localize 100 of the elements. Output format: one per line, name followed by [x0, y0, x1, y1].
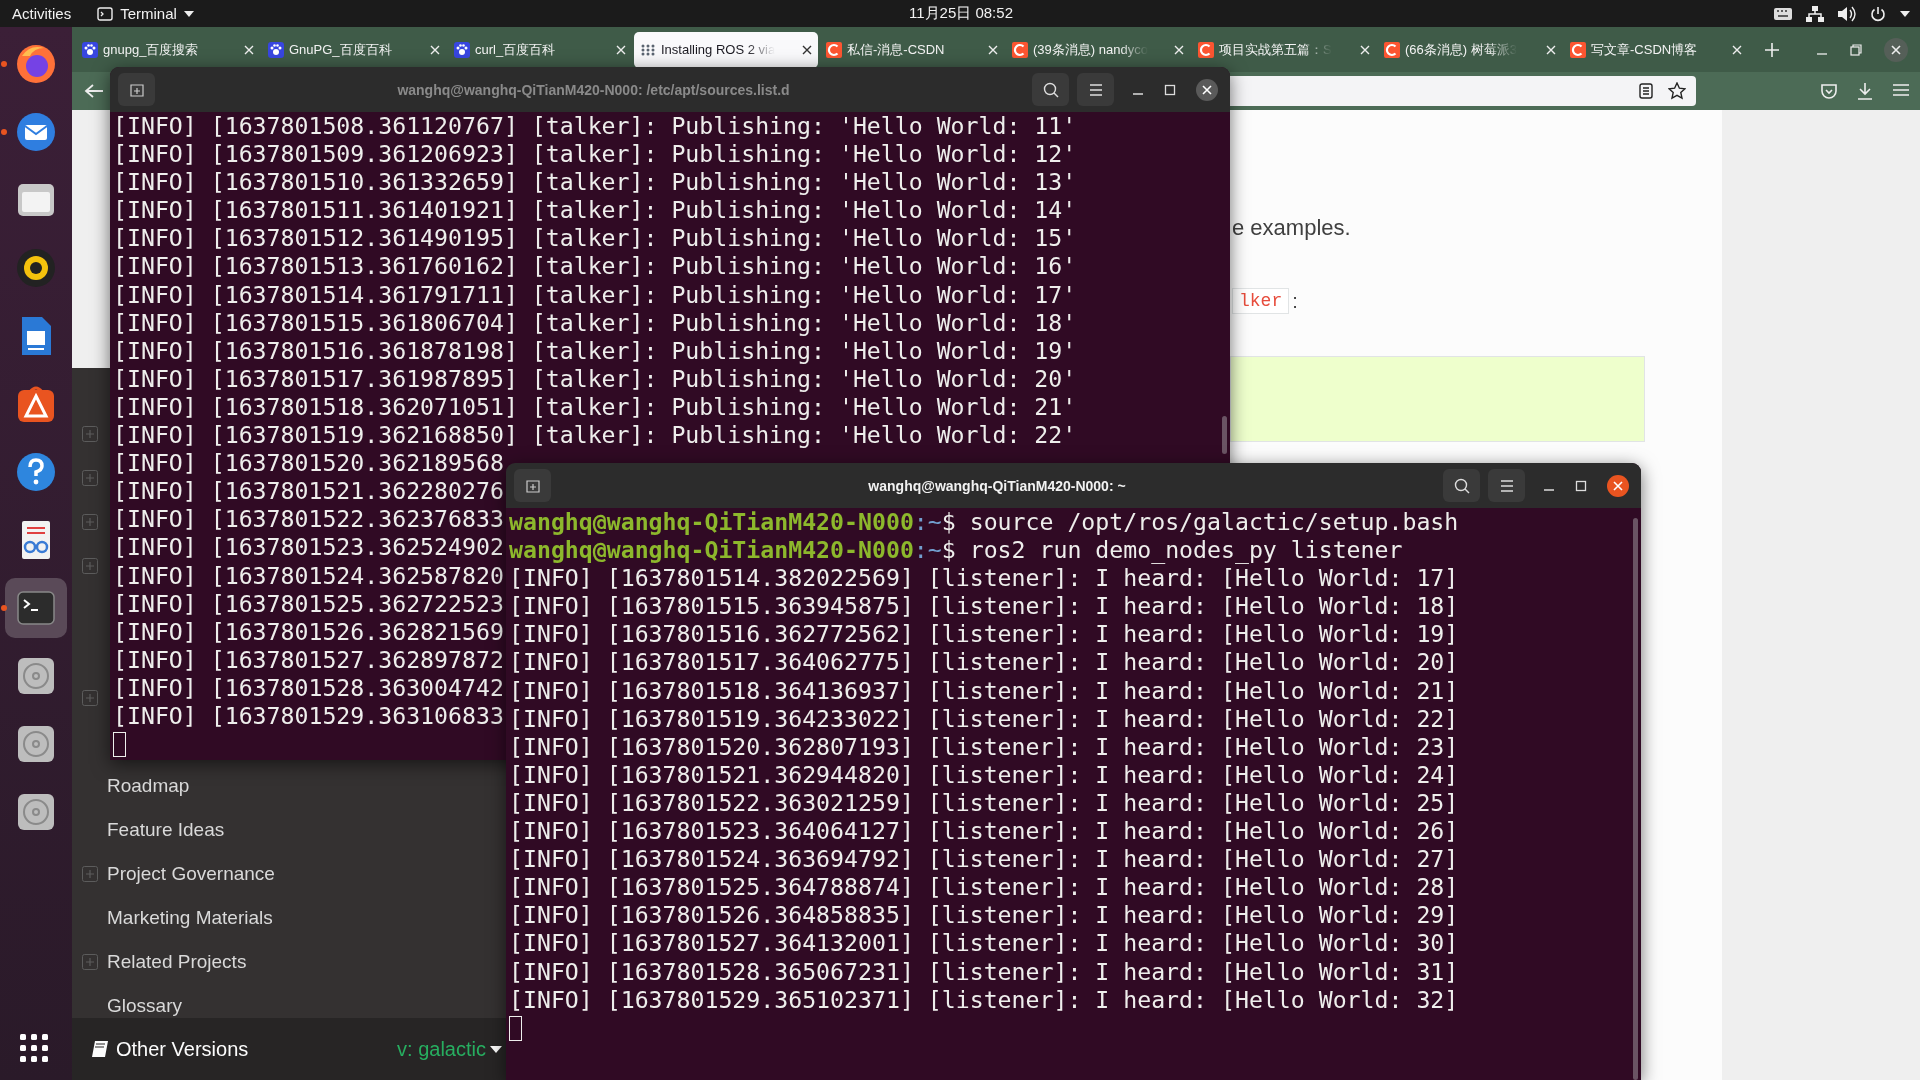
- scrollbar-thumb[interactable]: [1633, 518, 1638, 1080]
- sidebar-item[interactable]: Roadmap: [107, 775, 190, 797]
- star-icon[interactable]: [1668, 82, 1686, 100]
- close-icon[interactable]: [1884, 37, 1908, 62]
- prompt-line: wanghq@wanghq-QiTianM420-N000:~$ source /opt/ros/galactic/setup.bash: [509, 508, 1459, 537]
- log-line: [INFO] [1637801523.362524902: [113, 533, 504, 562]
- log-line: [INFO] [1637801514.382022569] [listener]: I heard: [Hello World: 17]: [509, 564, 1459, 593]
- log-line: [INFO] [1637801528.363004742: [113, 673, 504, 702]
- browser-tab[interactable]: curl_百度百科: [448, 31, 632, 68]
- plus-icon: [524, 477, 541, 494]
- log-line: [INFO] [1637801515.361806704] [talker]: Publishing: 'Hello World: 18': [113, 308, 1077, 337]
- restore-icon[interactable]: [1850, 43, 1862, 56]
- log-line: [INFO] [1637801529.365102371] [listener]: I heard: [Hello World: 32]: [509, 985, 1459, 1014]
- log-line: [INFO] [1637801522.363021259] [listener]: I heard: [Hello World: 25]: [509, 788, 1459, 818]
- clock[interactable]: 11月25日 08:52: [644, 4, 1278, 23]
- plus-icon[interactable]: [1764, 41, 1780, 58]
- log-line: [INFO] [1637801515.363945875] [listener]: I heard: [Hello World: 18]: [509, 592, 1459, 621]
- arc-logo-icon: [1570, 41, 1586, 58]
- close-button[interactable]: [1607, 474, 1629, 497]
- maximize-icon[interactable]: [1575, 479, 1587, 492]
- search-button[interactable]: [1443, 469, 1480, 502]
- power-icon[interactable]: [1870, 5, 1886, 22]
- log-line: [INFO] [1637801513.361760162] [talker]: Publishing: 'Hello World: 16': [113, 252, 1077, 281]
- log-line: [INFO] [1637801529.363106833: [113, 701, 504, 731]
- pocket-icon[interactable]: [1820, 82, 1838, 100]
- menu-icon: [1499, 479, 1514, 492]
- caret-icon[interactable]: [490, 1045, 502, 1053]
- log-line: [INFO] [1637801518.362071051] [talker]: Publishing: 'Hello World: 21': [113, 392, 1077, 422]
- browser-tab[interactable]: GnuPG_百度百科: [262, 31, 446, 68]
- sidebar-item[interactable]: Project Governance: [107, 863, 275, 885]
- log-line: [INFO] [1637801509.361206923] [talker]: Publishing: 'Hello World: 12': [113, 140, 1077, 169]
- sidebar-item[interactable]: Related Projects: [107, 951, 247, 973]
- app-grid-icon[interactable]: [20, 1034, 48, 1062]
- log-line: [INFO] [1637801520.362189568: [113, 449, 504, 478]
- download-icon[interactable]: [1856, 82, 1874, 100]
- log-line: [INFO] [1637801514.361791711] [talker]: Publishing: 'Hello World: 17': [113, 280, 1077, 309]
- close-button[interactable]: [1196, 78, 1218, 101]
- log-line: [INFO] [1637801524.363694792] [listener]: I heard: [Hello World: 27]: [509, 845, 1459, 874]
- scrollbar-thumb[interactable]: [1222, 416, 1227, 454]
- log-line: [INFO] [1637801511.361401921] [talker]: Publishing: 'Hello World: 14': [113, 196, 1077, 225]
- log-line: [INFO] [1637801524.362587820: [113, 561, 504, 590]
- log-line: [INFO] [1637801510.361332659] [talker]: Publishing: 'Hello World: 13': [113, 168, 1077, 197]
- prompt-line: wanghq@wanghq-QiTianM420-N000:~$ ros2 run demo_nodes_py listener: [509, 536, 1403, 565]
- paw-logo-icon: [268, 41, 284, 58]
- inline-code: lker: [1232, 288, 1290, 314]
- log-line: [INFO] [1637801528.365067231] [listener]: I heard: [Hello World: 31]: [509, 957, 1459, 986]
- window-title: wanghq@wanghq-QiTianM420-N000: /etc/apt/sources.list.d: [396, 81, 791, 98]
- arc-logo-icon: [1198, 41, 1214, 58]
- reader-icon[interactable]: [1638, 83, 1654, 99]
- browser-tab[interactable]: gnupg_百度搜索: [76, 31, 260, 68]
- log-line: [INFO] [1637801526.364858835] [listener]: I heard: [Hello World: 29]: [509, 901, 1459, 930]
- log-line: [INFO] [1637801517.361987895] [talker]: Publishing: 'Hello World: 20': [113, 364, 1077, 393]
- plus-icon: [128, 81, 145, 98]
- sidebar-item[interactable]: Feature Ideas: [107, 819, 225, 841]
- close-icon: [1202, 84, 1212, 95]
- arc-logo-icon: [1384, 41, 1400, 58]
- version-selector[interactable]: v: galactic: [397, 1037, 486, 1061]
- arc-logo-icon: [1012, 41, 1028, 58]
- log-line: [INFO] [1637801519.364233022] [listener]: I heard: [Hello World: 22]: [509, 704, 1459, 733]
- app-menu[interactable]: Terminal: [120, 5, 177, 22]
- log-line: [INFO] [1637801518.364136937] [listener]: I heard: [Hello World: 21]: [509, 676, 1459, 705]
- volume-icon[interactable]: [1838, 5, 1856, 22]
- menu-button[interactable]: [1077, 73, 1114, 106]
- log-line: [INFO] [1637801525.364788874] [listener]: I heard: [Hello World: 28]: [509, 873, 1459, 902]
- menu-icon[interactable]: [1892, 82, 1910, 98]
- log-line: [INFO] [1637801519.362168850] [talker]: Publishing: 'Hello World: 22': [113, 421, 1077, 450]
- new-tab-button[interactable]: [514, 469, 551, 502]
- search-button[interactable]: [1032, 73, 1069, 106]
- paw-logo-icon: [454, 41, 470, 58]
- log-line: [INFO] [1637801512.361490195] [talker]: Publishing: 'Hello World: 15': [113, 224, 1077, 253]
- help-icon: [14, 450, 58, 494]
- menu-button[interactable]: [1488, 469, 1525, 502]
- arc-logo-icon: [826, 41, 842, 58]
- log-line: [INFO] [1637801523.364064127] [listener]: I heard: [Hello World: 26]: [509, 817, 1459, 846]
- log-line: [INFO] [1637801527.364132001] [listener]: I heard: [Hello World: 30]: [509, 929, 1459, 958]
- terminal-icon: [97, 6, 114, 21]
- maximize-icon[interactable]: [1164, 83, 1176, 96]
- close-icon: [1613, 480, 1623, 491]
- sidebar-item[interactable]: Glossary: [107, 995, 182, 1017]
- menu-icon: [1088, 83, 1103, 96]
- log-line: [INFO] [1637801525.362722523: [113, 589, 504, 618]
- window-title: wanghq@wanghq-QiTianM420-N000: ~: [867, 477, 1127, 494]
- caret-icon: [183, 10, 194, 17]
- network-icon[interactable]: [1806, 5, 1824, 22]
- paw-logo-icon: [82, 41, 98, 58]
- new-tab-button[interactable]: [118, 73, 155, 106]
- sidebar-item[interactable]: Marketing Materials: [107, 907, 273, 929]
- log-line: [INFO] [1637801522.362376833: [113, 505, 504, 534]
- log-line: [INFO] [1637801526.362821569: [113, 617, 504, 646]
- log-line: [INFO] [1637801508.361120767] [talker]: Publishing: 'Hello World: 11': [113, 112, 1077, 141]
- caret-icon[interactable]: [1900, 10, 1910, 17]
- keyboard-icon[interactable]: [1774, 7, 1792, 20]
- search-icon: [1042, 81, 1059, 98]
- browser-tab[interactable]: 私信-消息-CSDN: [820, 31, 1004, 68]
- browser-tab[interactable]: 写文章-CSDN博客: [1564, 31, 1748, 68]
- activities-button[interactable]: Activities: [12, 5, 72, 22]
- back-arrow-icon[interactable]: [84, 83, 104, 99]
- paragraph: e examples.: [1232, 214, 1352, 242]
- log-line: [INFO] [1637801521.362944820] [listener]: I heard: [Hello World: 24]: [509, 760, 1459, 789]
- orb-icon: [14, 42, 58, 86]
